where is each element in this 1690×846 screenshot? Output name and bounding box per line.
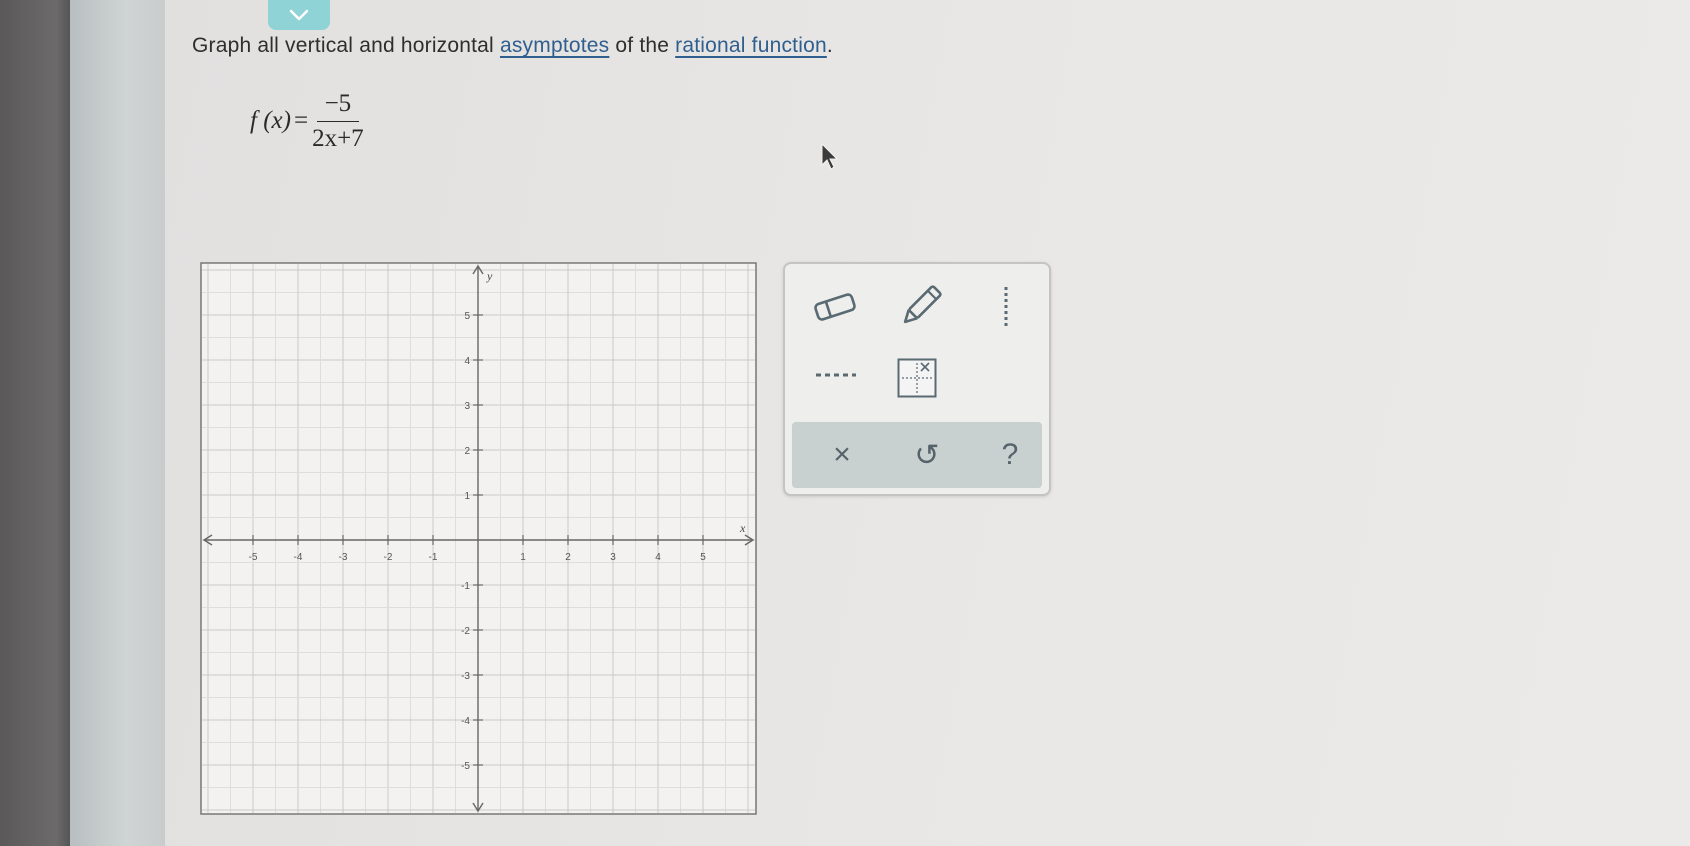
clear-button[interactable]: ×	[812, 422, 872, 488]
x-axis-label: x	[739, 521, 746, 535]
y-tick-label: -1	[461, 581, 470, 592]
y-tick-label: -2	[461, 626, 470, 637]
x-tick-label: 5	[700, 552, 706, 563]
left-screen-bezel	[0, 0, 70, 846]
dashed-line-icon	[816, 373, 856, 377]
x-tick-label: 2	[565, 552, 571, 563]
close-icon: ×	[833, 438, 851, 471]
graph-toolbox: × ↺ ?	[783, 262, 1051, 496]
asymptote-tool[interactable]	[895, 356, 939, 400]
x-tick-label: -1	[429, 552, 438, 563]
left-side-panel	[70, 0, 165, 846]
undo-icon: ↺	[914, 438, 940, 472]
prompt-text-3: .	[826, 34, 833, 57]
mouse-cursor-icon	[821, 143, 839, 170]
graph-area[interactable]: -5 -4 -3 -2 -1 1 2 3 4 5 5 4 3 2 1 -1 -2 -3 -4 -5 x y	[200, 262, 757, 815]
x-tick-label: -3	[339, 552, 348, 563]
prompt-text-2: of the	[609, 34, 676, 57]
x-tick-label: -2	[384, 552, 393, 563]
y-tick-label: -5	[461, 761, 470, 772]
x-tick-label: -5	[249, 552, 258, 563]
x-tick-label: -4	[294, 552, 303, 563]
eraser-tool[interactable]	[809, 282, 861, 332]
y-tick-label: 4	[464, 356, 470, 367]
dashed-line-tool[interactable]	[811, 360, 861, 390]
prompt-text-1: Graph all vertical and horizontal	[192, 34, 500, 57]
y-tick-label: 1	[464, 491, 470, 502]
pencil-tool[interactable]	[895, 280, 945, 334]
asymptotes-link[interactable]: asymptotes	[500, 34, 609, 57]
question-prompt: Graph all vertical and horizontal asympt…	[192, 34, 833, 58]
formula-lhs: f (x)	[250, 107, 291, 134]
formula-fraction: −5 2x+7	[312, 90, 364, 153]
x-tick-label: 3	[610, 552, 616, 563]
y-tick-label: 3	[464, 401, 470, 412]
y-tick-label: 2	[464, 446, 470, 457]
coordinate-plane[interactable]: -5 -4 -3 -2 -1 1 2 3 4 5 5 4 3 2 1 -1 -2 -3 -4 -5 x y	[200, 262, 757, 815]
action-bar: × ↺ ?	[792, 422, 1042, 488]
x-tick-label: 1	[520, 552, 526, 563]
asymptote-grid-icon	[897, 358, 937, 398]
pencil-icon	[903, 285, 942, 324]
formula-equals: =	[293, 107, 309, 134]
x-tick-label: 4	[655, 552, 661, 563]
chevron-down-icon	[289, 9, 309, 21]
dotted-line-tool[interactable]	[995, 282, 1017, 332]
collapse-button[interactable]	[268, 0, 330, 30]
help-icon: ?	[1001, 438, 1019, 471]
eraser-icon	[814, 293, 856, 321]
y-tick-label: 5	[464, 311, 470, 322]
formula-denominator: 2x+7	[312, 124, 364, 152]
function-formula: f (x) = −5 2x+7	[250, 86, 364, 156]
y-tick-label: -4	[461, 716, 470, 727]
y-axis-label: y	[486, 269, 493, 283]
formula-numerator: −5	[316, 90, 360, 122]
y-tick-label: -3	[461, 671, 470, 682]
undo-button[interactable]: ↺	[897, 422, 957, 488]
rational-function-link[interactable]: rational function	[675, 34, 827, 57]
dotted-line-icon	[1004, 287, 1008, 327]
help-button[interactable]: ?	[980, 422, 1040, 488]
